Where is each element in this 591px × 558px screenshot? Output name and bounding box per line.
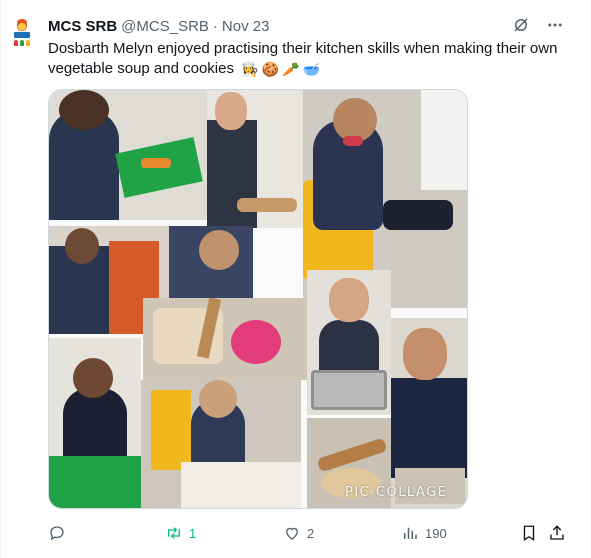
grok-icon[interactable] <box>511 15 531 35</box>
retweet-button[interactable]: 1 <box>165 522 196 544</box>
avatar[interactable] <box>7 17 37 51</box>
collage-photo-girl-rolling <box>391 318 467 508</box>
bar-chart-icon <box>404 527 417 539</box>
views-count: 190 <box>425 525 447 541</box>
collage-photo-green-board <box>49 338 141 508</box>
carrot-emoji-icon: 🥕 <box>282 61 300 78</box>
media-collage[interactable]: PIC·COLLAGE <box>48 89 468 509</box>
tweet-actions-bar: 1 2 190 <box>48 522 568 544</box>
share-button[interactable] <box>548 522 566 544</box>
collage-photo-chopping <box>49 90 207 220</box>
more-options-icon[interactable] <box>545 15 565 35</box>
separator-dot: · <box>212 18 218 35</box>
collage-watermark: PIC·COLLAGE <box>345 485 448 500</box>
collage-photo-boy-rolling <box>207 90 303 228</box>
reply-button[interactable] <box>48 522 72 544</box>
collage-photo-bowl <box>143 298 307 380</box>
people-logo-icon <box>14 40 30 46</box>
author-handle[interactable]: @MCS_SRB <box>121 18 209 35</box>
tweet-header: MCS SRB @MCS_SRB · Nov 23 <box>48 18 269 35</box>
author-name[interactable]: MCS SRB <box>48 18 117 35</box>
retweet-count: 1 <box>189 525 197 541</box>
tweet-card[interactable]: MCS SRB @MCS_SRB · Nov 23 Dosbarth Melyn… <box>0 0 591 558</box>
tweet-text: Dosbarth Melyn enjoyed practising their … <box>48 39 568 79</box>
bowl-emoji-icon: 🥣 <box>302 61 320 78</box>
chef-emoji-icon: 👩‍🍳 <box>241 61 259 78</box>
like-count: 2 <box>307 525 315 541</box>
tweet-date[interactable]: Nov 23 <box>222 18 270 35</box>
heart-icon <box>286 527 298 540</box>
reply-icon <box>50 526 64 541</box>
retweet-icon <box>168 527 180 539</box>
collage-photo-flour <box>141 380 301 508</box>
tweet-top-actions <box>511 15 565 35</box>
flame-logo-icon <box>17 17 27 31</box>
share-icon <box>550 525 564 540</box>
like-button[interactable]: 2 <box>283 522 314 544</box>
book-logo-icon <box>14 32 30 38</box>
views-button[interactable]: 190 <box>401 522 447 544</box>
bookmark-button[interactable] <box>520 522 538 544</box>
bookmark-icon <box>523 525 535 542</box>
collage-photo-boy-tray <box>307 270 391 415</box>
cookie-emoji-icon: 🍪 <box>261 61 280 78</box>
tweet-emojis: 👩‍🍳 🍪 🥕 🥣 <box>241 59 320 79</box>
